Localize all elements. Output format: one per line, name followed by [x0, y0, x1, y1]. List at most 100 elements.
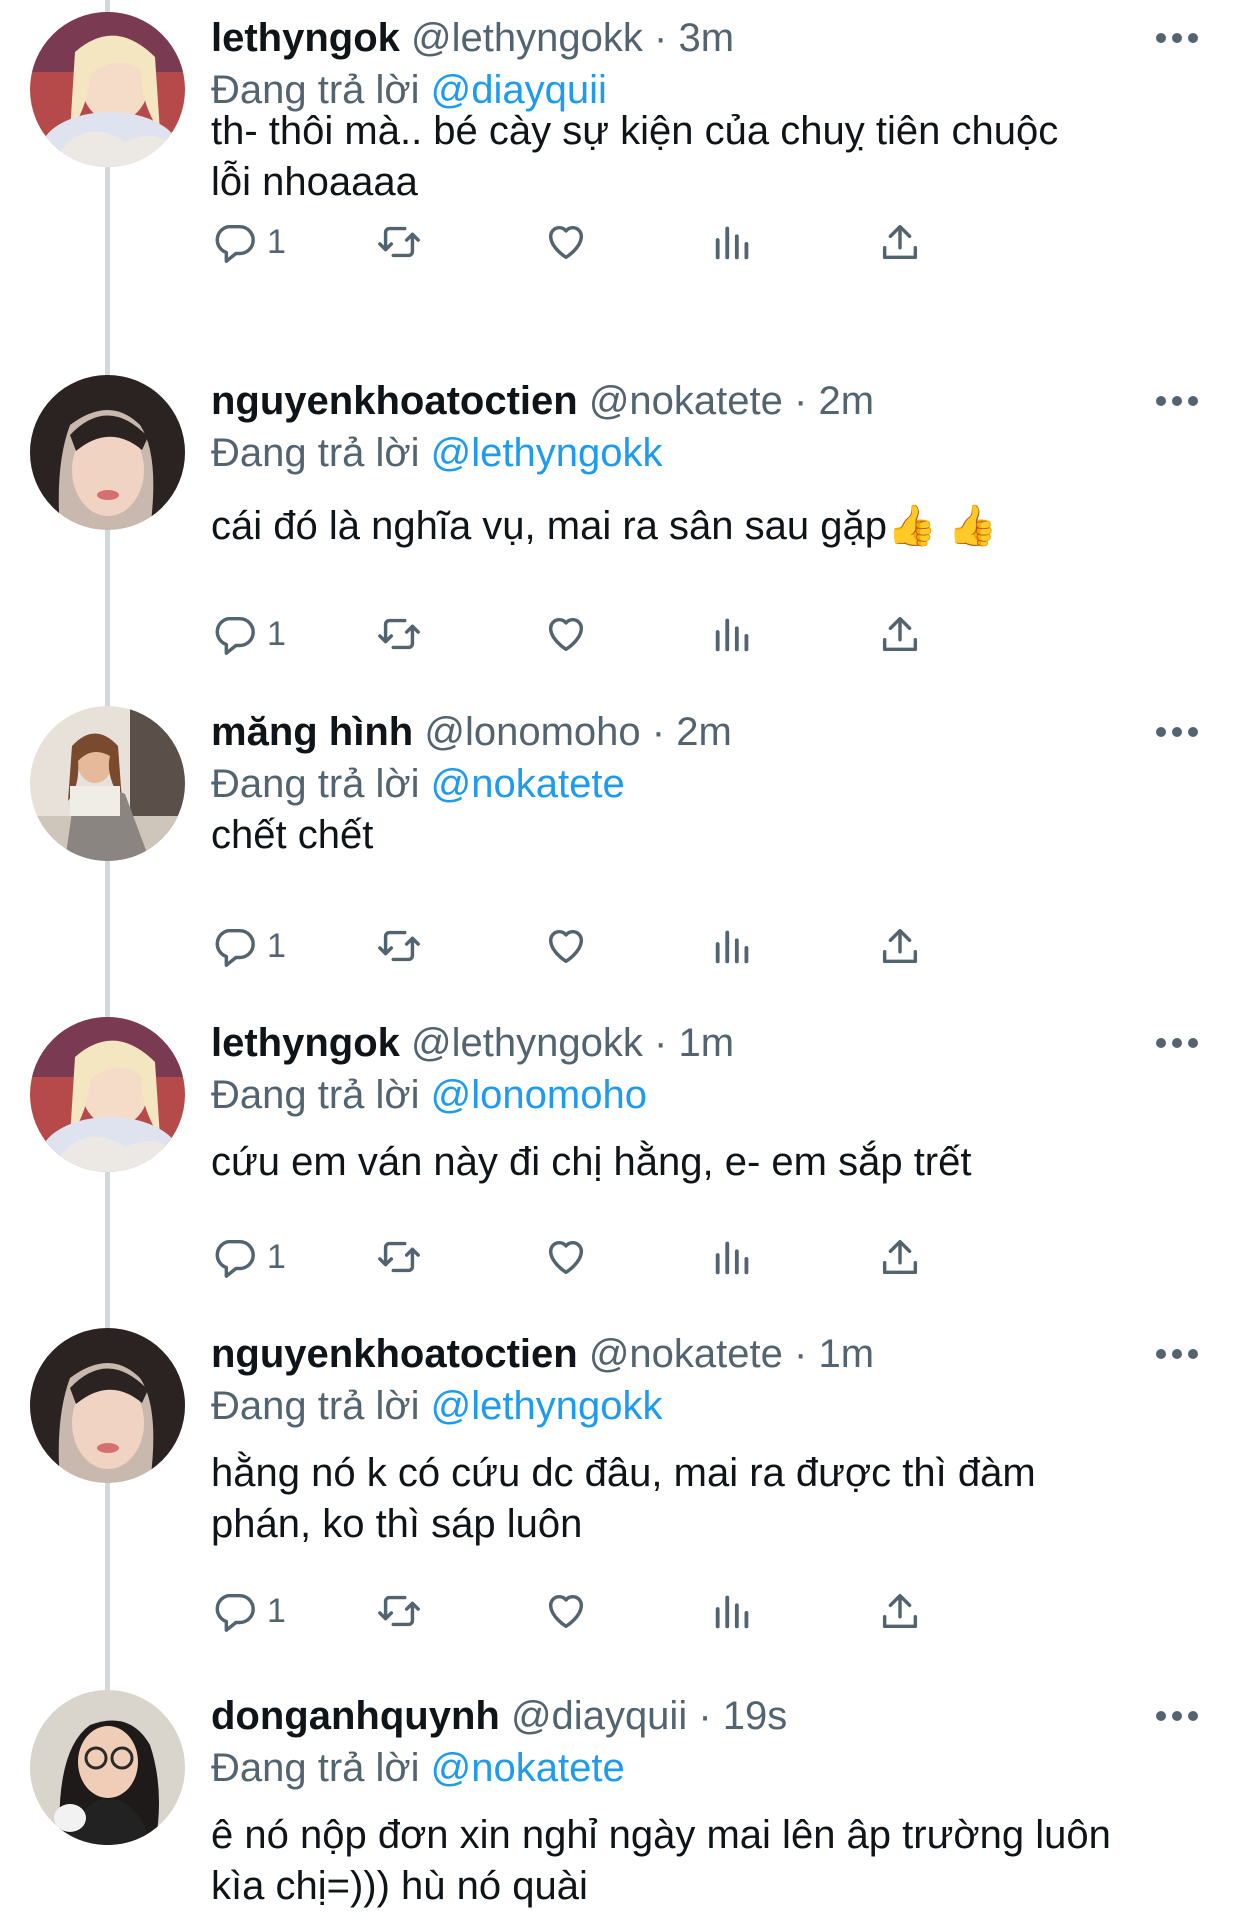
retweet-button[interactable]	[376, 1229, 422, 1285]
reply-icon	[215, 616, 255, 655]
user-handle[interactable]: @lethyngokk	[411, 16, 643, 60]
avatar[interactable]	[30, 375, 185, 530]
user-handle[interactable]: @lonomoho	[424, 710, 640, 754]
like-icon	[548, 617, 584, 652]
share-button[interactable]	[877, 1229, 923, 1285]
tweet[interactable]: nguyenkhoatoctien @nokatete · 1m Đang tr…	[0, 1328, 1233, 1678]
replying-to: Đang trả lời @nokatete	[211, 758, 625, 810]
retweet-button[interactable]	[376, 1583, 422, 1639]
views-icon	[715, 1241, 749, 1275]
tweet-text: chết chết	[211, 810, 1201, 861]
more-icon[interactable]	[1155, 1346, 1199, 1362]
share-button[interactable]	[877, 606, 923, 662]
more-icon[interactable]	[1155, 30, 1199, 46]
timestamp[interactable]: 3m	[678, 16, 734, 60]
retweet-icon	[378, 1595, 420, 1627]
action-bar: 1	[211, 1583, 1111, 1639]
user-handle[interactable]: @diayquii	[511, 1694, 687, 1738]
user-handle[interactable]: @lethyngokk	[411, 1021, 643, 1065]
reply-icon	[215, 1593, 255, 1632]
reply-mention[interactable]: @lethyngokk	[431, 431, 663, 475]
reply-count: 1	[267, 222, 286, 261]
more-icon[interactable]	[1155, 1708, 1199, 1724]
reply-icon	[215, 928, 255, 967]
views-button[interactable]	[710, 1583, 756, 1639]
like-button[interactable]	[543, 1229, 589, 1285]
reply-button[interactable]: 1	[211, 606, 286, 662]
retweet-button[interactable]	[376, 606, 422, 662]
like-button[interactable]	[543, 918, 589, 974]
share-icon	[882, 1593, 918, 1629]
share-button[interactable]	[877, 918, 923, 974]
avatar[interactable]	[30, 1690, 185, 1845]
reply-button[interactable]: 1	[211, 1583, 286, 1639]
retweet-button[interactable]	[376, 214, 422, 270]
views-button[interactable]	[710, 606, 756, 662]
share-icon	[882, 616, 918, 652]
action-bar: 1	[211, 606, 1111, 662]
timestamp[interactable]: 2m	[676, 710, 732, 754]
retweet-icon	[378, 226, 420, 258]
display-name[interactable]: nguyenkhoatoctien	[211, 379, 578, 423]
tweet-text-line: chết chết	[211, 813, 374, 857]
user-handle[interactable]: @nokatete	[589, 1332, 783, 1376]
reply-button[interactable]: 1	[211, 214, 286, 270]
tweet-header: lethyngok @lethyngokk · 3m	[211, 12, 1171, 64]
share-button[interactable]	[877, 1583, 923, 1639]
separator-dot: ·	[794, 1332, 808, 1376]
views-button[interactable]	[710, 1229, 756, 1285]
timestamp[interactable]: 19s	[723, 1694, 788, 1738]
separator-dot: ·	[698, 1694, 712, 1738]
tweet-text-line: phán, ko thì sáp luôn	[211, 1502, 583, 1546]
reply-mention[interactable]: @lethyngokk	[431, 1384, 663, 1428]
retweet-icon	[378, 1241, 420, 1273]
like-icon	[548, 225, 584, 260]
more-icon[interactable]	[1155, 724, 1199, 740]
display-name[interactable]: lethyngok	[211, 1021, 400, 1065]
tweet-header: nguyenkhoatoctien @nokatete · 1m	[211, 1328, 1171, 1380]
retweet-button[interactable]	[376, 918, 422, 974]
tweet-text: ê nó nộp đơn xin nghỉ ngày mai lên âp tr…	[211, 1810, 1201, 1912]
share-button[interactable]	[877, 214, 923, 270]
views-button[interactable]	[710, 918, 756, 974]
views-button[interactable]	[710, 214, 756, 270]
avatar[interactable]	[30, 12, 185, 167]
share-icon	[882, 928, 918, 964]
more-icon[interactable]	[1155, 393, 1199, 409]
display-name[interactable]: nguyenkhoatoctien	[211, 1332, 578, 1376]
timestamp[interactable]: 1m	[818, 1332, 874, 1376]
tweet[interactable]: nguyenkhoatoctien @nokatete · 2m Đang tr…	[0, 375, 1233, 695]
tweet-text-line: lỗi nhoaaaa	[211, 160, 418, 204]
separator-dot: ·	[654, 16, 668, 60]
tweet-text-line: cứu em ván này đi chị hằng, e- em sắp tr…	[211, 1140, 972, 1184]
more-icon[interactable]	[1155, 1035, 1199, 1051]
tweet-text-line: cái đó là nghĩa vụ, mai ra sân sau gặp👍 …	[211, 504, 998, 548]
tweet[interactable]: măng hình @lonomoho · 2m Đang trả lời @n…	[0, 706, 1233, 1006]
like-button[interactable]	[543, 606, 589, 662]
reply-mention[interactable]: @nokatete	[431, 1746, 625, 1790]
reply-count: 1	[267, 1237, 286, 1276]
reply-mention[interactable]: @nokatete	[431, 762, 625, 806]
action-bar: 1	[211, 1229, 1111, 1285]
views-icon	[715, 618, 749, 652]
tweet-text-line: hằng nó k có cứu dc đâu, mai ra được thì…	[211, 1451, 1036, 1495]
reply-button[interactable]: 1	[211, 918, 286, 974]
reply-mention[interactable]: @lonomoho	[431, 1073, 647, 1117]
display-name[interactable]: măng hình	[211, 710, 413, 754]
tweet[interactable]: lethyngok @lethyngokk · 3m Đang trả lời …	[0, 12, 1233, 362]
timestamp[interactable]: 1m	[678, 1021, 734, 1065]
like-button[interactable]	[543, 1583, 589, 1639]
avatar[interactable]	[30, 1017, 185, 1172]
display-name[interactable]: donganhquynh	[211, 1694, 500, 1738]
timestamp[interactable]: 2m	[818, 379, 874, 423]
reply-count: 1	[267, 1591, 286, 1630]
user-handle[interactable]: @nokatete	[589, 379, 783, 423]
display-name[interactable]: lethyngok	[211, 16, 400, 60]
tweet-text-line: ê nó nộp đơn xin nghỉ ngày mai lên âp tr…	[211, 1813, 1111, 1857]
avatar[interactable]	[30, 706, 185, 861]
reply-button[interactable]: 1	[211, 1229, 286, 1285]
tweet[interactable]: donganhquynh @diayquii · 19s Đang trả lờ…	[0, 1690, 1233, 1920]
tweet[interactable]: lethyngok @lethyngokk · 1m Đang trả lời …	[0, 1017, 1233, 1317]
like-button[interactable]	[543, 214, 589, 270]
avatar[interactable]	[30, 1328, 185, 1483]
